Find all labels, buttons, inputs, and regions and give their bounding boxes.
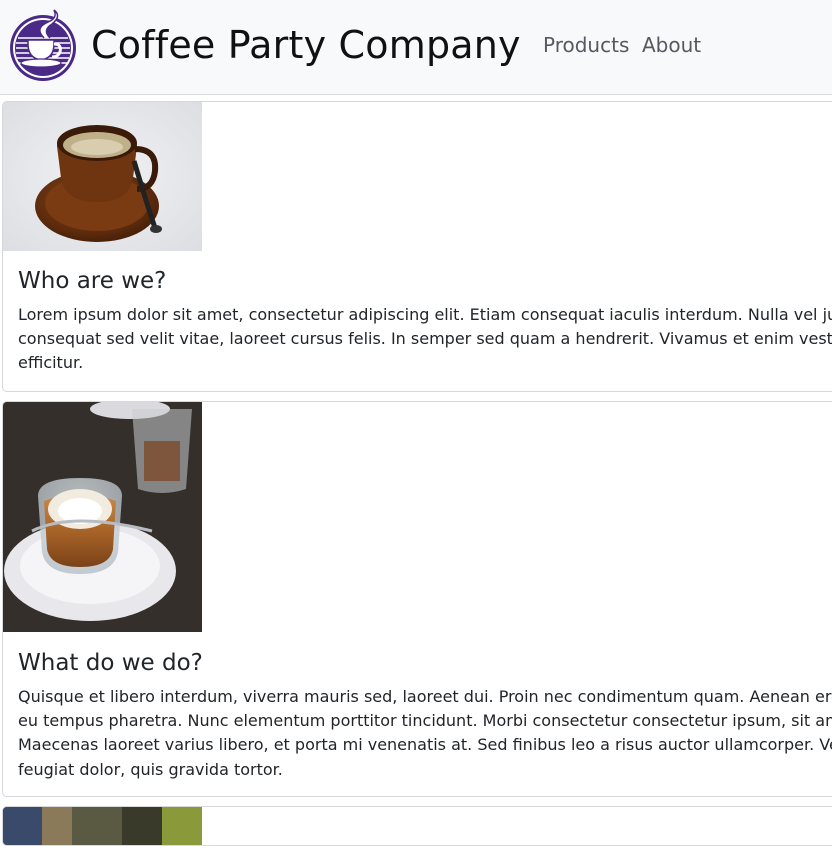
brand-title[interactable]: Coffee Party Company: [91, 20, 521, 70]
cortado-glass-photo: [3, 402, 202, 632]
card-text-line: consequat sed velit vitae, laoreet cursu…: [18, 329, 832, 349]
card-title: Who are we?: [18, 268, 167, 294]
espresso-cup-photo: [3, 102, 202, 251]
nav-link-products[interactable]: Products: [543, 31, 629, 59]
card-third: [2, 806, 832, 846]
coffee-shop-photo: [3, 807, 202, 845]
card-text-line: eu tempus pharetra. Nunc elementum portt…: [18, 711, 832, 731]
card-what-do-we-do: What do we do? Quisque et libero interdu…: [2, 401, 832, 797]
card-text-line: Lorem ipsum dolor sit amet, consectetur …: [18, 305, 832, 324]
card-text-line: Maecenas laoreet varius libero, et porta…: [18, 735, 832, 755]
card-text-line: Quisque et libero interdum, viverra maur…: [18, 687, 832, 706]
navbar: Coffee Party Company Products About: [0, 0, 832, 95]
card-text-line: efficitur.: [18, 353, 84, 373]
card-who-are-we: Who are we? Lorem ipsum dolor sit amet, …: [2, 101, 832, 392]
card-text: Quisque et libero interdum, viverra maur…: [18, 685, 832, 782]
card-text-line: feugiat dolor, quis gravida tortor.: [18, 759, 283, 779]
card-text: Lorem ipsum dolor sit amet, consectetur …: [18, 303, 832, 376]
card-title: What do we do?: [18, 650, 203, 676]
coffee-cup-logo-icon[interactable]: [8, 8, 78, 84]
nav-link-about[interactable]: About: [642, 31, 701, 59]
